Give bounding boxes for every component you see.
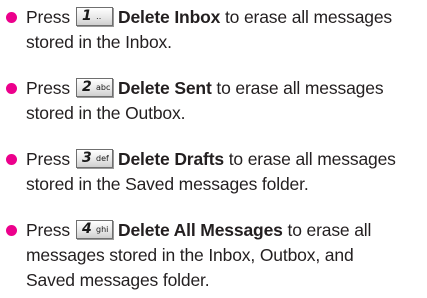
- key-sub: ghi: [95, 225, 109, 234]
- list-item: Press 1 ‥ Delete Inbox to erase all message…: [0, 5, 427, 55]
- bullet-icon: [6, 154, 17, 165]
- key-3-icon: 3 def: [75, 149, 113, 168]
- bullet-icon: [6, 83, 17, 94]
- key-sub: def: [95, 154, 109, 163]
- command-label: Delete All Messages: [117, 220, 283, 240]
- key-4-icon: 4 ghi: [75, 220, 113, 239]
- description-line: to erase all messages: [211, 78, 384, 98]
- key-2-icon: 2 abc: [75, 78, 113, 97]
- key-sub: ‥: [95, 12, 102, 21]
- list-item: Press 2 abc Delete Sent to erase all messag…: [0, 76, 427, 126]
- key-1-icon: 1 ‥: [75, 7, 113, 26]
- description-line: stored in the Saved messages folder.: [26, 174, 309, 194]
- command-label: Delete Sent: [117, 78, 212, 98]
- description-line: stored in the Outbox.: [26, 103, 186, 123]
- description-line: messages stored in the Inbox, Outbox, an…: [26, 245, 354, 265]
- description-line: stored in the Inbox.: [26, 32, 172, 52]
- list-item: Press 4 ghi Delete All Messages to erase al…: [0, 218, 427, 293]
- description-line: to erase all messages: [220, 7, 393, 27]
- description-line: to erase all: [282, 220, 372, 240]
- description-line: to erase all messages: [224, 149, 396, 169]
- command-label: Delete Drafts: [117, 149, 224, 169]
- key-sub: abc: [95, 83, 111, 92]
- press-label: Press: [26, 220, 70, 240]
- key-digit: 4: [81, 221, 92, 237]
- key-digit: 1: [81, 8, 92, 24]
- key-digit: 3: [81, 150, 92, 166]
- command-label: Delete Inbox: [117, 7, 221, 27]
- press-label: Press: [26, 7, 70, 27]
- key-digit: 2: [81, 79, 92, 95]
- list-item: Press 3 def Delete Drafts to erase all mess…: [0, 147, 427, 197]
- press-label: Press: [26, 149, 70, 169]
- bullet-icon: [6, 12, 17, 23]
- instruction-list: Press 1 ‥ Delete Inbox to erase all message…: [0, 0, 427, 293]
- description-line: Saved messages folder.: [26, 270, 210, 290]
- bullet-icon: [6, 225, 17, 236]
- press-label: Press: [26, 78, 70, 98]
